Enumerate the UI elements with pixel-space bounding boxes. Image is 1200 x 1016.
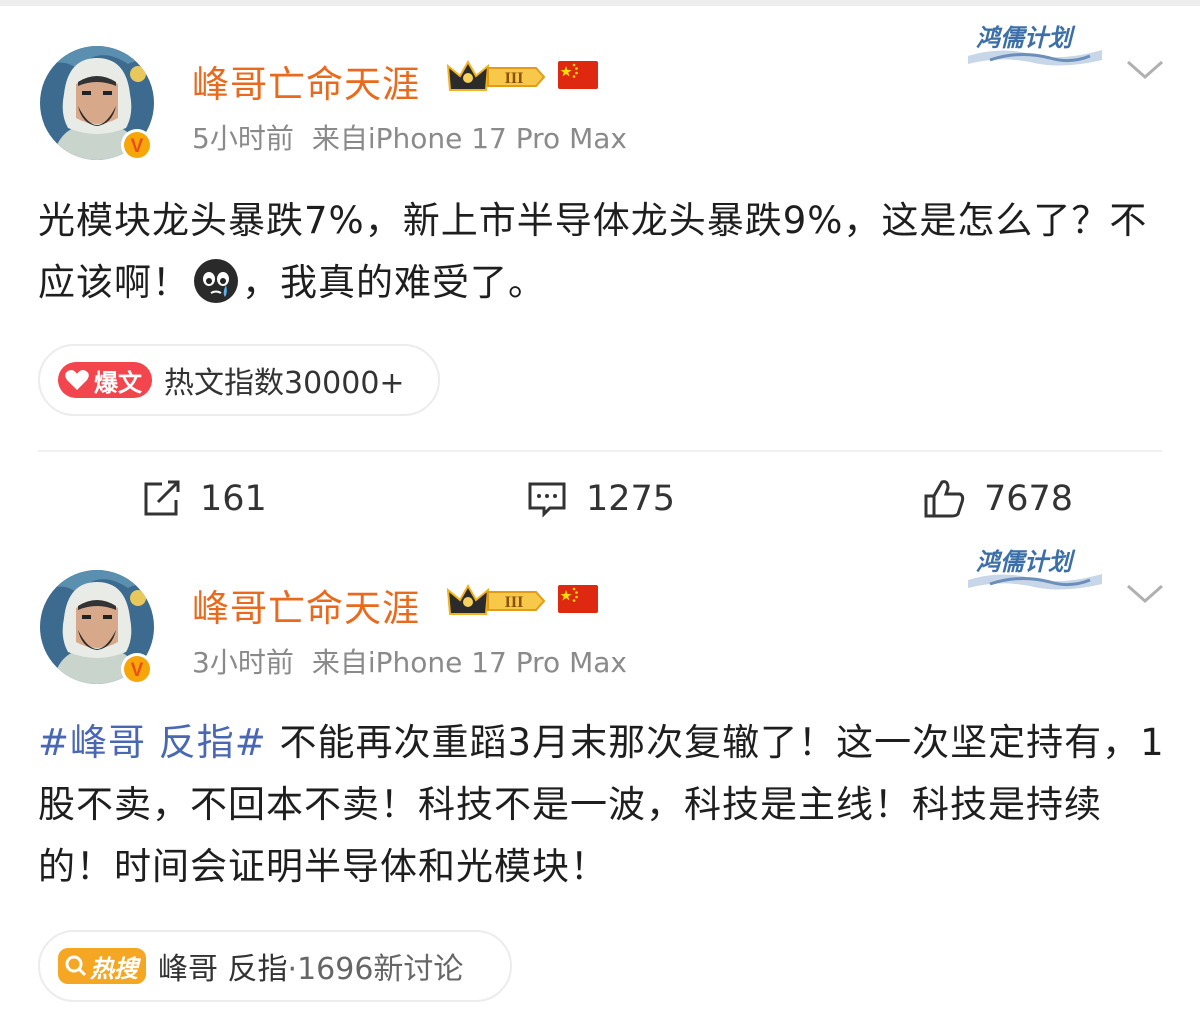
svg-text:V: V [131,136,144,157]
svg-text:鸿儒计划: 鸿儒计划 [976,24,1076,52]
resou-badge: 热搜 [58,948,146,984]
baowen-badge: 爆文 [58,362,152,398]
hashtag-link[interactable]: #峰哥 反指# [38,721,267,764]
chevron-down-icon[interactable] [1124,582,1166,606]
hot-search-count: ·1696新讨论 [287,952,464,987]
divider [38,450,1162,452]
svg-text:III: III [505,594,524,611]
post-text: 光模块龙头暴跌7%，新上市半导体龙头暴跌9%，这是怎么了？不应该啊！ ，我真的难受… [38,190,1168,314]
chevron-down-icon[interactable] [1124,58,1166,82]
brand-badge-hongru[interactable]: 鸿儒计划 [960,534,1110,596]
vip-crown-badge[interactable]: III [444,56,552,98]
thumbs-up-icon [924,480,965,518]
post-source: 来自iPhone 17 Pro Max [311,122,627,155]
weibo-post-1: V 峰哥亡命天涯 III 5小时前 来自iPhone 17 Pro Max 鸿儒计… [0,0,1200,540]
svg-text:V: V [131,660,144,681]
avatar[interactable]: V [38,568,156,686]
comment-count: 1275 [586,479,676,519]
hot-search-topic: 峰哥 反指 [158,952,288,987]
post-meta: 3小时前 来自iPhone 17 Pro Max [192,641,627,681]
avatar[interactable]: V [38,44,156,162]
hot-search-text: 峰哥 反指·1696新讨论 [158,944,463,988]
post-time: 3小时前 [192,646,294,679]
repost-icon [144,480,180,516]
hot-index-text: 热文指数30000+ [164,366,405,401]
vip-crown-badge[interactable]: III [444,580,552,622]
verified-v-icon: V [121,653,153,685]
post-text-part2: ，我真的难受了。 [242,261,546,304]
hot-search-tag[interactable]: 热搜 峰哥 反指·1696新讨论 [38,930,512,1002]
heart-icon [65,370,89,390]
username[interactable]: 峰哥亡命天涯 [192,54,420,108]
post-time: 5小时前 [192,122,294,155]
hot-article-tag[interactable]: 爆文 热文指数30000+ [38,344,440,416]
svg-text:III: III [505,70,524,87]
crying-face-emoji-icon [192,257,240,305]
repost-count: 161 [200,479,267,519]
post-source: 来自iPhone 17 Pro Max [311,646,627,679]
post-meta: 5小时前 来自iPhone 17 Pro Max [192,117,627,157]
china-flag-icon [558,585,598,613]
svg-text:鸿儒计划: 鸿儒计划 [976,548,1076,576]
china-flag-icon [558,61,598,89]
comment-icon [528,482,566,518]
like-count: 7678 [984,479,1074,519]
verified-v-icon: V [121,129,153,161]
post-text: #峰哥 反指# 不能再次重蹈3月末那次复辙了！这一次坚定持有，1股不卖，不回本不… [38,712,1168,898]
comment-button[interactable]: 1275 [526,476,675,522]
brand-badge-hongru[interactable]: 鸿儒计划 [960,10,1110,72]
search-icon [65,955,87,977]
repost-button[interactable]: 161 [142,476,267,522]
username[interactable]: 峰哥亡命天涯 [192,578,420,632]
like-button[interactable]: 7678 [922,476,1073,522]
